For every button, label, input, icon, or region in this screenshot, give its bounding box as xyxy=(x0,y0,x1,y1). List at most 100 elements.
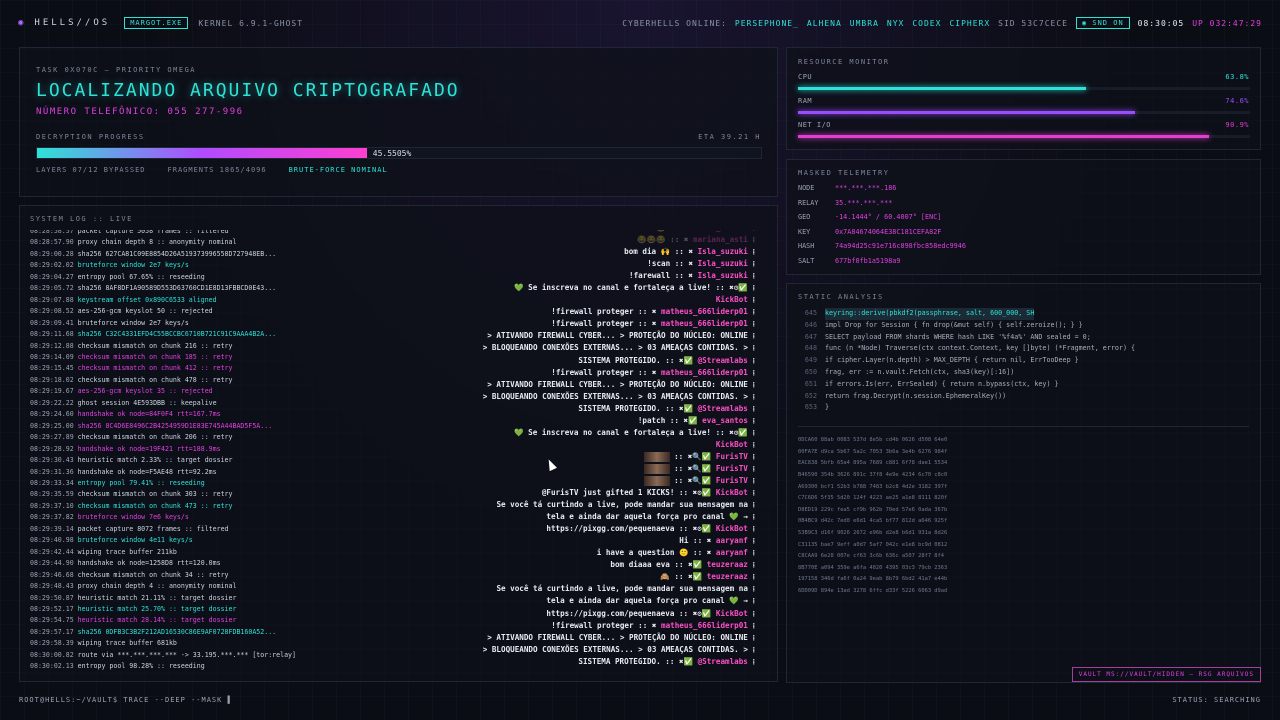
log-message: sha256 8C4D6E8496C2B4254959D1E83E745A44B… xyxy=(77,421,273,430)
resource-fill xyxy=(798,111,1136,114)
log-message: sha256 8AF8DF1A90589D553D63760CD1E8D13FB… xyxy=(77,284,277,293)
sound-toggle[interactable]: ◉ SND ON xyxy=(1075,17,1130,29)
log-timestamp: 08:29:09.41 xyxy=(30,318,74,327)
log-line: 08:29:15.45 checksum mismatch on chunk 4… xyxy=(30,363,410,374)
online-user[interactable]: CIPHERX xyxy=(949,19,990,28)
log-timestamp: 08:29:18.02 xyxy=(30,375,74,384)
log-timestamp: 08:29:30.43 xyxy=(30,456,74,465)
chat-message: bom dia 🙌 :: ✖ Isla_suzuki ⁞ xyxy=(624,247,755,257)
log-timestamp: 08:29:15.45 xyxy=(30,364,74,373)
chat-username[interactable]: eva_santos xyxy=(702,416,748,425)
telemetry-row: SALT 677bf0fb1a5198a9 xyxy=(798,254,1249,269)
line-number: 649 xyxy=(804,356,817,365)
chat-username[interactable]: KickBot xyxy=(716,524,748,533)
log-message: checksum mismatch on chunk 185 :: retry xyxy=(77,352,233,361)
log-message: aes-256-gcm keyslot 35 :: rejected xyxy=(77,387,213,396)
log-timestamp: 08:29:54.75 xyxy=(30,616,74,625)
command-prompt[interactable]: ROOT@HELLS:~/VAULT$ TRACE --DEEP --MASK … xyxy=(19,696,233,704)
line-number: 651 xyxy=(804,379,817,388)
resource-value: 74.6% xyxy=(1225,97,1249,105)
chat-username[interactable]: Isla_suzuki xyxy=(698,259,748,268)
chat-username[interactable]: aaryanf xyxy=(716,536,748,545)
chat-message-text: SISTEMA PROTEGIDO. :: ✖✅ xyxy=(578,403,694,413)
log-body[interactable]: 08:28:58.57 packet capture 5058 frames :… xyxy=(30,230,767,670)
chat-username[interactable]: @Streamlabs xyxy=(698,356,748,365)
chat-username[interactable]: KickBot xyxy=(716,295,748,304)
log-timestamp: 08:29:08.52 xyxy=(30,307,74,316)
chat-message: > ATIVANDO FIREWALL CYBER... > PROTEÇÃO … xyxy=(487,331,755,341)
log-line: 08:29:08.52 aes-256-gcm keyslot 50 :: re… xyxy=(30,306,410,317)
log-line: 08:29:00.28 sha256 627CA81C09E8854D26A51… xyxy=(30,249,410,260)
online-user[interactable]: UMBRA xyxy=(850,19,879,28)
decryption-progress-bar: 45.5505% xyxy=(36,147,762,159)
chat-username[interactable]: matheus_666liderp01 xyxy=(661,368,748,377)
chat-username[interactable]: @Streamlabs xyxy=(698,404,748,413)
line-number: 653 xyxy=(804,403,817,412)
chat-username[interactable]: FurisTV xyxy=(716,476,748,485)
chat-username[interactable]: aaryanf xyxy=(716,548,748,557)
log-timestamp: 08:29:14.09 xyxy=(30,352,74,361)
online-user[interactable]: CODEX xyxy=(912,19,941,28)
chat-username[interactable]: Isla_suzuki xyxy=(698,271,748,280)
log-line: 08:29:04.27 entropy pool 67.65% :: resee… xyxy=(30,272,410,283)
chat-username[interactable]: KickBot xyxy=(716,440,748,449)
log-line: 08:29:25.00 sha256 8C4D6E8496C2B4254959D… xyxy=(30,421,410,432)
log-line: 08:29:46.68 checksum mismatch on chunk 3… xyxy=(30,570,410,581)
chat-username[interactable]: FurisTV xyxy=(716,452,748,461)
telemetry-key: HASH xyxy=(798,242,815,251)
log-title: SYSTEM LOG :: LIVE xyxy=(30,215,133,223)
log-timestamp: 08:29:27.89 xyxy=(30,433,74,442)
chat-message-text: bom dia 🙌 :: ✖ xyxy=(624,247,694,257)
chat-username[interactable]: FurisTV xyxy=(716,464,748,473)
telemetry-value: ***.***.***.186 xyxy=(835,184,897,192)
chat-message-text: > ATIVANDO FIREWALL CYBER... > PROTEÇÃO … xyxy=(487,632,748,642)
progress-fill xyxy=(37,148,367,158)
log-line: 08:29:37.82 bruteforce window 7e6 keys/s xyxy=(30,512,410,523)
chat-username[interactable]: teuzeraaz xyxy=(707,560,748,569)
chat-username[interactable]: KickBot xyxy=(716,488,748,497)
line-number: 648 xyxy=(804,344,817,353)
chat-username[interactable]: KickBot xyxy=(716,609,748,618)
chat-username[interactable]: mariana_asti xyxy=(693,235,748,244)
chat-message: tela e ainda dar aquela força pro canal … xyxy=(546,596,755,606)
hex-line: D8ED19 229c fea5 cf9b 962b 70ed 57e6 0ad… xyxy=(798,506,948,513)
log-timestamp: 08:29:31.36 xyxy=(30,467,74,476)
telemetry-key: NODE xyxy=(798,184,815,192)
chat-overlay: 👑 :: ✖ brune_santos ⁞😂😂😂 :: ✖ mariana_as… xyxy=(385,230,755,668)
online-user[interactable]: ALHENA xyxy=(807,19,842,28)
chat-username[interactable]: Isla_suzuki xyxy=(698,247,748,256)
telemetry-row: KEY 0x7A84674064E38C181CEFA82F xyxy=(798,225,1249,240)
log-message: entropy pool 98.28% :: reseeding xyxy=(77,662,205,670)
resource-fill xyxy=(798,135,1209,138)
chat-username[interactable]: matheus_666liderp01 xyxy=(661,621,748,630)
chat-message: 💚 Se inscreva no canal e fortaleça a liv… xyxy=(514,283,755,293)
static-analysis-panel: STATIC ANALYSIS 645 keyring::derive(pbkdf… xyxy=(786,283,1261,683)
log-line: 08:29:33.34 entropy pool 79.41% :: resee… xyxy=(30,478,410,489)
online-user[interactable]: NYX xyxy=(887,19,904,28)
vault-badge[interactable]: VAULT MS://VAULT/HIDDEN — RSG ARQUIVOS xyxy=(1071,667,1261,682)
chat-image-thumbnail xyxy=(643,463,670,474)
log-timestamp: 08:29:35.59 xyxy=(30,490,74,499)
code-line: 647 SELECT payload FROM shards WHERE hash… xyxy=(798,332,1249,344)
process-tag[interactable]: MARGOT.EXE xyxy=(124,17,189,29)
chat-message: 😂😂😂 :: ✖ mariana_asti ⁞ xyxy=(637,235,755,245)
chat-message: SISTEMA PROTEGIDO. :: ✖✅ @Streamlabs ⁞ xyxy=(578,355,755,365)
code-view[interactable]: 645 keyring::derive(pbkdf2(passphrase, sa… xyxy=(798,308,1249,414)
chat-message: :: ✖🔍✅ FurisTV ⁞ xyxy=(385,475,755,487)
chat-username[interactable]: brune_santos xyxy=(693,230,748,232)
telemetry-key: GEO xyxy=(798,213,811,222)
code-text: } xyxy=(825,403,830,412)
chat-username[interactable]: teuzeraaz xyxy=(707,572,748,581)
log-message: packet capture 8072 frames :: filtered xyxy=(77,524,229,533)
chat-message: > BLOQUEANDO CONEXÕES EXTERNAS... > 03 A… xyxy=(482,391,755,401)
chat-username[interactable]: matheus_666liderp01 xyxy=(661,319,748,328)
chat-username[interactable]: @Streamlabs xyxy=(698,657,748,666)
chat-message-text: :: ✖🔍✅ xyxy=(669,475,712,485)
chat-username[interactable]: matheus_666liderp01 xyxy=(661,307,748,316)
static-title: STATIC ANALYSIS xyxy=(798,293,884,301)
online-user[interactable]: PERSEPHONE_ xyxy=(735,19,799,28)
hex-line: 8B770E a094 359e a6fa 4020 4395 03c3 79c… xyxy=(798,564,948,571)
log-line: 08:29:02.02 bruteforce window 2e7 keys/s xyxy=(30,260,410,271)
telemetry-key: KEY xyxy=(798,227,811,236)
chat-message: tela e ainda dar aquela força pro canal … xyxy=(546,512,755,522)
